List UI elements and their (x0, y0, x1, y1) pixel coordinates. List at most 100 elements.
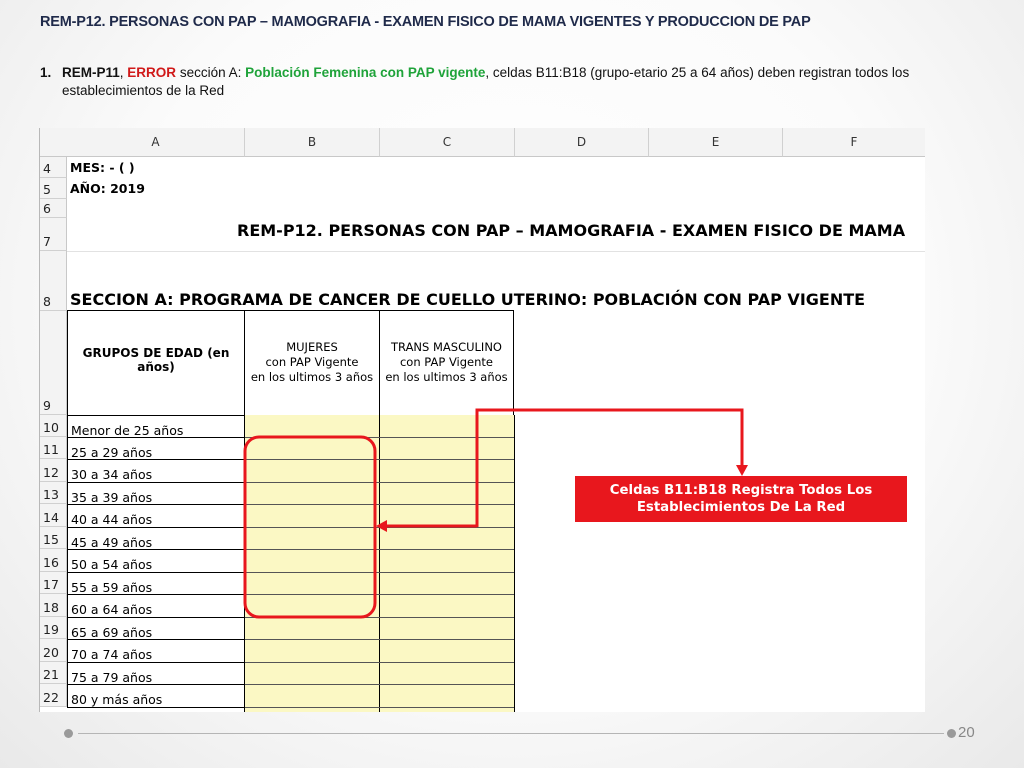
column-header-c[interactable]: C (380, 128, 515, 157)
age-group-cell[interactable]: 70 a 74 años (67, 639, 245, 663)
header-mujeres[interactable]: MUJERES con PAP Vigente en los ultimos 3… (244, 310, 380, 416)
callout-line2: Establecimientos De La Red (636, 500, 846, 515)
row-number: 21 (43, 667, 59, 682)
note-rest: , celdas B11:B18 (grupo-etario 25 a 64 a… (485, 65, 910, 80)
callout-box: Celdas B11:B18 Registra Todos Los Establ… (575, 476, 907, 522)
row-number: 17 (43, 577, 59, 592)
row-header[interactable]: 7 (40, 218, 67, 251)
row-border (245, 662, 514, 663)
column-header-d[interactable]: D (515, 128, 649, 157)
section-title[interactable]: SECCION A: PROGRAMA DE CANCER DE CUELLO … (70, 290, 865, 309)
age-group-cell[interactable]: 30 a 34 años (67, 459, 245, 483)
note-line2: establecimientos de la Red (62, 83, 225, 98)
row-border (245, 504, 514, 505)
row-header[interactable]: 20 (40, 639, 67, 662)
age-group-cell[interactable]: 55 a 59 años (67, 572, 245, 595)
row-number: 13 (43, 487, 59, 502)
column-header-b[interactable]: B (245, 128, 380, 157)
row-border (245, 617, 514, 618)
gridline (67, 251, 925, 252)
row-header[interactable]: 5 (40, 178, 67, 199)
corner-cell[interactable] (40, 128, 68, 157)
note-mid: sección A: (176, 65, 246, 80)
note-highlight: Población Femenina con PAP vigente (245, 65, 486, 80)
cell-mes[interactable]: MES: - ( ) (70, 160, 135, 175)
row-number: 6 (43, 201, 51, 216)
column-header-e[interactable]: E (649, 128, 783, 157)
footer-line (78, 733, 944, 734)
age-group-cell[interactable]: 80 y más años (67, 684, 245, 708)
row-header[interactable]: 19 (40, 617, 67, 639)
age-group-cell[interactable]: 60 a 64 años (67, 594, 245, 618)
cell-anio[interactable]: AÑO: 2019 (70, 181, 145, 196)
age-group-cell[interactable]: 25 a 29 años (67, 437, 245, 460)
callout-line1: Celdas B11:B18 Registra Todos Los (609, 483, 873, 498)
pager-dot-right (947, 729, 956, 738)
page-number: 20 (958, 724, 975, 741)
row-header[interactable]: 12 (40, 459, 67, 482)
row-header[interactable]: 16 (40, 549, 67, 572)
header-mujeres-line1: MUJERES (286, 340, 338, 354)
row-header[interactable]: 17 (40, 572, 67, 594)
row-border (245, 639, 514, 640)
row-header[interactable]: 4 (40, 157, 67, 178)
row-header[interactable]: 6 (40, 199, 67, 218)
row-header[interactable]: 13 (40, 482, 67, 504)
row-header[interactable]: 21 (40, 662, 67, 684)
age-group-cell[interactable]: 65 a 69 años (67, 617, 245, 640)
column-border (514, 415, 515, 712)
row-number: 19 (43, 622, 59, 637)
row-header[interactable]: 15 (40, 527, 67, 549)
error-note: 1. REM-P11, ERROR sección A: Población Fe… (40, 64, 960, 100)
age-group-cell[interactable]: 50 a 54 años (67, 549, 245, 573)
row-header[interactable]: 22 (40, 684, 67, 707)
row-border (245, 459, 514, 460)
row-number: 15 (43, 532, 59, 547)
age-group-cell[interactable]: Menor de 25 años (67, 415, 245, 438)
row-header[interactable]: 14 (40, 504, 67, 527)
row-number: 18 (43, 600, 59, 615)
row-number: 7 (43, 234, 51, 249)
row-number: 22 (43, 690, 59, 705)
row-border (245, 684, 514, 685)
row-border (245, 594, 514, 595)
report-title[interactable]: REM-P12. PERSONAS CON PAP – MAMOGRAFIA -… (237, 221, 905, 240)
row-number: 11 (43, 442, 59, 457)
row-number: 16 (43, 555, 59, 570)
row-header[interactable]: 10 (40, 415, 67, 437)
note-error-label: ERROR (127, 65, 177, 80)
column-header-f[interactable]: F (783, 128, 925, 157)
row-header[interactable]: 11 (40, 437, 67, 459)
row-border (245, 482, 514, 483)
row-number: 9 (43, 398, 51, 413)
note-code: REM-P11 (62, 65, 120, 80)
age-group-cell[interactable]: 75 a 79 años (67, 662, 245, 685)
header-grupos-edad[interactable]: GRUPOS DE EDAD (en años) (67, 310, 245, 416)
row-number: 10 (43, 420, 59, 435)
row-number: 8 (43, 294, 51, 309)
row-number: 20 (43, 645, 59, 660)
age-group-cell[interactable]: 45 a 49 años (67, 527, 245, 550)
age-group-cell[interactable]: 35 a 39 años (67, 482, 245, 505)
row-header[interactable]: 8 (40, 251, 67, 311)
row-header[interactable]: 9 (40, 311, 67, 415)
header-trans-line1: TRANS MASCULINO (391, 340, 502, 354)
header-trans-masculino[interactable]: TRANS MASCULINO con PAP Vigente en los u… (379, 310, 514, 416)
row-border (245, 572, 514, 573)
header-mujeres-line2: con PAP Vigente (265, 355, 359, 369)
spreadsheet-screenshot: A B C D E F 4 5 6 7 8 9 10 11 12 13 14 1… (39, 128, 925, 712)
row-number: 12 (43, 465, 59, 480)
age-group-cell[interactable]: 40 a 44 años (67, 504, 245, 528)
row-border (245, 437, 514, 438)
row-border (245, 527, 514, 528)
row-header[interactable]: 18 (40, 594, 67, 617)
pager-dot-left (64, 729, 73, 738)
row-border (245, 707, 514, 708)
column-header-a[interactable]: A (67, 128, 245, 157)
note-number: 1. (40, 65, 52, 80)
header-mujeres-line3: en los ultimos 3 años (250, 370, 374, 384)
row-number: 14 (43, 510, 59, 525)
row-border (245, 549, 514, 550)
header-trans-line3: en los ultimos 3 años (385, 370, 508, 384)
slide-title: REM-P12. PERSONAS CON PAP – MAMOGRAFIA -… (40, 14, 811, 30)
